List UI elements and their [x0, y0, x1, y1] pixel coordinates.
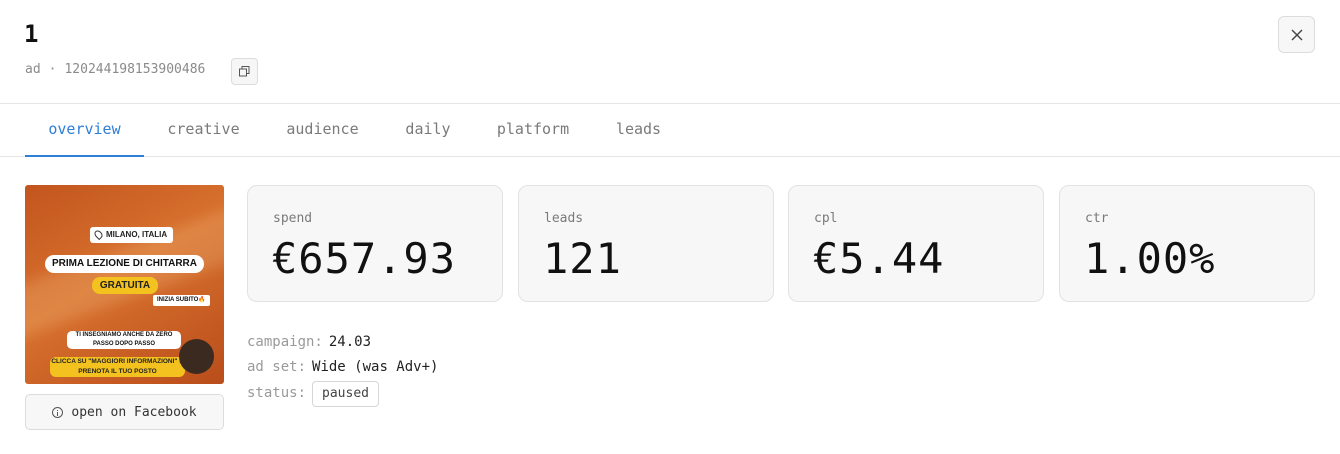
info-icon: [52, 406, 64, 418]
stat-value: €657.93: [272, 234, 457, 283]
status-row: status: paused: [247, 381, 379, 407]
copy-icon: [239, 66, 250, 77]
entity-type-label: ad: [25, 62, 41, 77]
tab-bar: overview creative audience daily platfor…: [0, 104, 1340, 157]
stat-card-cpl: cpl €5.44: [788, 185, 1044, 302]
stat-card-spend: spend €657.93: [247, 185, 503, 302]
detail-header: 1 ad · 120244198153900486: [0, 0, 1340, 104]
open-on-facebook-label: open on Facebook: [71, 404, 197, 420]
location-pin-icon: [92, 228, 105, 241]
tab-creative[interactable]: creative: [155, 104, 252, 157]
creative-location-text: MILANO, ITALIA: [106, 230, 168, 239]
adset-row: ad set: Wide (was Adv+): [247, 359, 438, 375]
stat-label: ctr: [1085, 211, 1109, 226]
creative-headline: PRIMA LEZIONE DI CHITARRA: [45, 255, 204, 273]
stat-label: leads: [544, 211, 584, 226]
campaign-row: campaign: 24.03: [247, 334, 371, 350]
stat-label: spend: [273, 211, 313, 226]
stat-card-ctr: ctr 1.00%: [1059, 185, 1315, 302]
stat-value: 121: [543, 234, 622, 283]
creative-cta-small: INIZIA SUBITO🔥: [153, 295, 210, 306]
tab-overview[interactable]: overview: [25, 104, 144, 157]
stat-value: 1.00%: [1084, 234, 1216, 283]
separator: ·: [48, 62, 57, 77]
copy-id-button[interactable]: [231, 58, 258, 85]
tab-daily[interactable]: daily: [394, 104, 462, 157]
tab-platform[interactable]: platform: [485, 104, 581, 157]
stat-card-leads: leads 121: [518, 185, 774, 302]
status-badge: paused: [312, 381, 379, 407]
campaign-value: 24.03: [328, 334, 372, 350]
close-button[interactable]: [1278, 16, 1315, 53]
status-label: status:: [247, 385, 307, 401]
creative-avatar: [179, 339, 214, 374]
creative-thumbnail[interactable]: MILANO, ITALIA PRIMA LEZIONE DI CHITARRA…: [25, 185, 224, 384]
stat-label: cpl: [814, 211, 838, 226]
campaign-label: campaign:: [247, 334, 323, 350]
creative-location: MILANO, ITALIA: [90, 227, 174, 243]
tab-leads[interactable]: leads: [605, 104, 672, 157]
open-on-facebook-button[interactable]: open on Facebook: [25, 394, 224, 430]
ad-id-line: ad · 120244198153900486: [25, 62, 205, 77]
ad-id: 120244198153900486: [64, 62, 206, 77]
close-icon: [1291, 29, 1302, 40]
creative-badge: GRATUITA: [92, 277, 158, 294]
tab-audience[interactable]: audience: [274, 104, 371, 157]
creative-cta: CLICCA SU "MAGGIORI INFORMAZIONI" E PREN…: [50, 357, 185, 377]
creative-body: TI INSEGNIAMO ANCHE DA ZERO PASSO DOPO P…: [67, 331, 181, 349]
page-title: 1: [24, 20, 39, 48]
stat-value: €5.44: [813, 234, 945, 283]
adset-label: ad set:: [247, 359, 307, 375]
adset-value: Wide (was Adv+): [312, 359, 439, 375]
